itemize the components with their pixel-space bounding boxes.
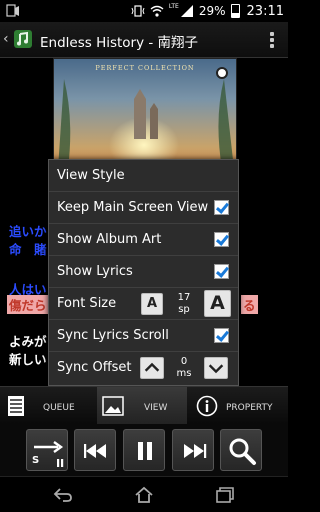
font-smaller-button[interactable]: A <box>141 293 163 315</box>
option-label: Show Lyrics <box>57 264 133 279</box>
tab-queue-label: QUEUE <box>43 403 75 413</box>
recents-icon[interactable] <box>214 485 236 505</box>
repeat-mode-label: S <box>32 455 40 466</box>
chevron-up-icon <box>144 362 160 372</box>
bottom-tabs: QUEUE VIEW PROPERTY <box>0 386 288 425</box>
sync-offset-unit: ms <box>176 368 192 379</box>
keep-main-screen-view-checkbox[interactable] <box>214 200 229 215</box>
show-lyrics-option[interactable]: Show Lyrics <box>49 256 238 288</box>
previous-icon <box>84 444 106 458</box>
font-size-unit: sp <box>178 304 190 315</box>
song-title: Endless History - 南翔子 <box>40 35 199 51</box>
signal-icon <box>180 5 193 17</box>
previous-button[interactable] <box>74 429 116 471</box>
offset-down-button[interactable] <box>204 357 228 379</box>
sync-lyrics-scroll-checkbox[interactable] <box>214 328 229 343</box>
clock: 23:11 <box>246 3 284 19</box>
battery-percent: 29% <box>198 4 226 18</box>
font-size-value: 17 <box>177 292 191 303</box>
playback-controls: S <box>0 424 288 476</box>
album-title: PERFECT COLLECTION <box>95 64 195 72</box>
image-icon <box>102 396 124 416</box>
overflow-menu-icon[interactable] <box>270 32 274 48</box>
sync-offset-value: 0 <box>180 356 188 367</box>
back-arrow-icon[interactable] <box>52 485 74 505</box>
lyric-line: 新しい <box>9 352 47 367</box>
lyric-line: 追いか <box>9 224 47 239</box>
sync-offset-row: Sync Offset 0 ms <box>49 352 238 384</box>
lyric-line-current-end: る <box>241 295 258 314</box>
view-style-menu: View Style Keep Main Screen View Show Al… <box>48 159 239 386</box>
next-icon <box>184 444 207 458</box>
chevron-down-icon <box>208 364 224 374</box>
font-larger-button[interactable]: A <box>204 290 231 317</box>
show-lyrics-checkbox[interactable] <box>214 264 229 279</box>
app-notification-icon <box>6 4 19 17</box>
font-size-label: Font Size <box>57 296 117 311</box>
action-bar: ‹ Endless History - 南翔子 <box>0 22 288 58</box>
album-badge-icon <box>216 67 228 79</box>
next-button[interactable] <box>172 429 214 471</box>
font-size-row: Font Size A 17 sp A <box>49 288 238 320</box>
network-type: LTE <box>168 3 179 10</box>
info-icon <box>196 395 218 417</box>
option-label: Show Album Art <box>57 232 162 247</box>
search-button[interactable] <box>220 429 262 471</box>
queue-list-icon <box>8 396 24 416</box>
show-album-art-option[interactable]: Show Album Art <box>49 224 238 256</box>
vibrate-icon <box>131 5 145 17</box>
lyric-line-current: 傷だら <box>7 295 49 314</box>
tab-property-label: PROPERTY <box>226 403 273 413</box>
lyric-line: よみが <box>9 334 47 349</box>
keep-main-screen-view-option[interactable]: Keep Main Screen View <box>49 192 238 224</box>
search-icon <box>229 438 256 465</box>
menu-title: View Style <box>57 168 125 183</box>
status-bar: LTE 29% 23:11 <box>0 0 288 22</box>
tab-property[interactable]: PROPERTY <box>190 387 288 425</box>
tab-view[interactable]: VIEW <box>97 387 187 425</box>
sync-offset-label: Sync Offset <box>57 360 132 375</box>
option-label: Sync Lyrics Scroll <box>57 328 169 343</box>
repeat-mode-button[interactable]: S <box>26 429 68 471</box>
tab-view-label: VIEW <box>144 403 168 413</box>
battery-icon <box>230 4 240 18</box>
sync-lyrics-scroll-option[interactable]: Sync Lyrics Scroll <box>49 320 238 352</box>
wifi-icon <box>150 5 164 17</box>
pause-icon <box>138 442 152 460</box>
tab-queue[interactable]: QUEUE <box>0 387 96 425</box>
menu-header: View Style <box>49 160 238 192</box>
app-logo-icon[interactable] <box>12 28 34 50</box>
show-album-art-checkbox[interactable] <box>214 232 229 247</box>
lyric-line: 命 賭 <box>9 242 47 257</box>
up-caret-icon[interactable]: ‹ <box>3 31 9 47</box>
home-icon[interactable] <box>133 485 155 505</box>
system-nav-bar <box>0 476 288 512</box>
offset-up-button[interactable] <box>140 357 164 379</box>
option-label: Keep Main Screen View <box>57 200 209 215</box>
pause-button[interactable] <box>123 429 165 471</box>
